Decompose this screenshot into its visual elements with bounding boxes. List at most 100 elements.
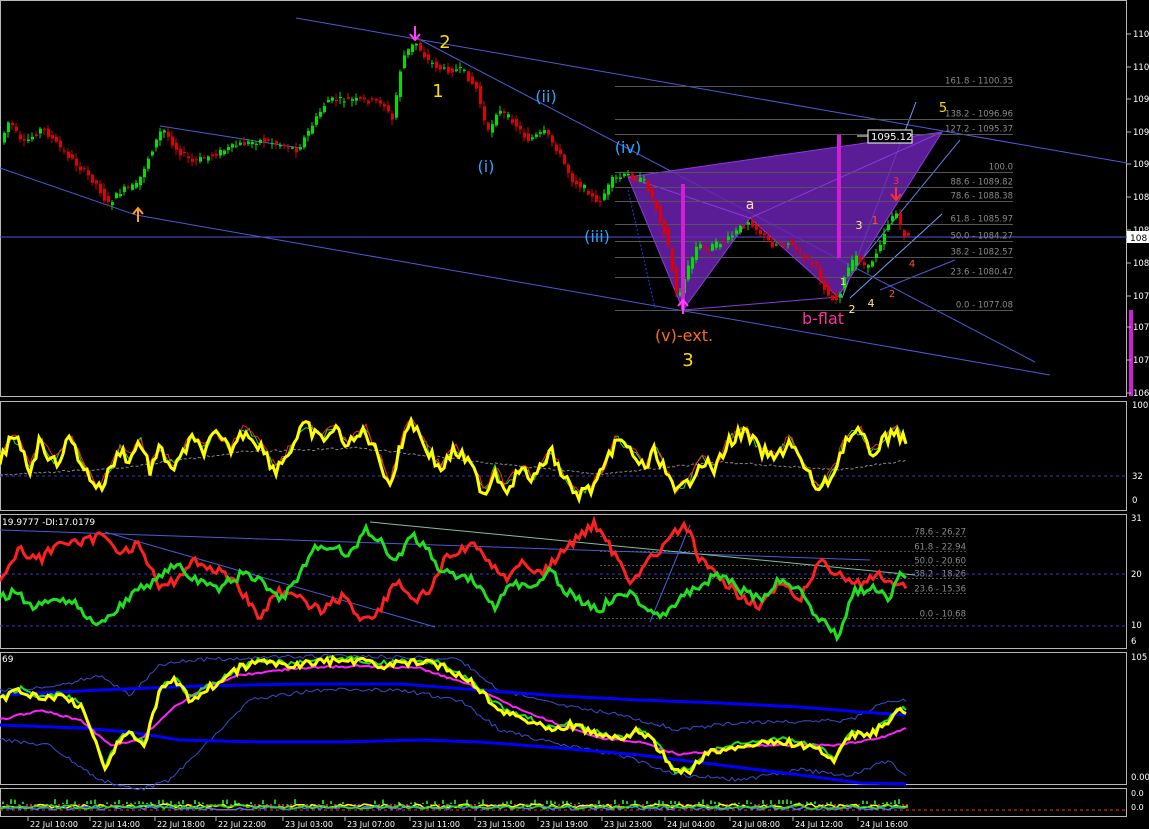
candle-body — [875, 253, 878, 258]
candle-body — [567, 164, 570, 173]
candle-body — [295, 147, 298, 153]
hist-bar — [442, 799, 444, 804]
x-tick-label: 22 Jul 10:00 — [30, 820, 78, 829]
wave-label: 3 — [682, 350, 693, 371]
candle-body — [863, 262, 866, 265]
candle-body — [27, 139, 30, 142]
candle-body — [131, 184, 134, 190]
candle-body — [123, 186, 126, 192]
wave-label: 2 — [849, 303, 856, 316]
candle-body — [407, 49, 410, 55]
candle-body — [819, 267, 822, 280]
candle-body — [95, 180, 98, 184]
candle-body — [751, 220, 754, 227]
candle-body — [647, 181, 650, 192]
candle-body — [475, 81, 478, 89]
candle-body — [419, 43, 422, 51]
hist-y-label: 0.0 — [1131, 803, 1144, 812]
hist-bar — [426, 800, 428, 804]
chart-canvas[interactable]: 161.8 - 1100.35 138.2 - 1096.96 127.2 - 10… — [0, 0, 1149, 829]
hist-bar — [750, 802, 752, 804]
candle-body — [323, 106, 326, 113]
candle-body — [575, 180, 578, 185]
current-price-tag: 108 — [1130, 234, 1147, 244]
candle-body — [371, 98, 374, 100]
candle-body — [267, 139, 270, 141]
candle-body — [827, 285, 830, 296]
candle-body — [487, 122, 490, 130]
time-x-axis: 22 Jul 10:00 22 Jul 14:00 22 Jul 18:00 22 J… — [27, 817, 908, 829]
hist-bar — [26, 804, 28, 807]
hist-bar — [170, 800, 172, 804]
rsi-thick-blue-lower — [0, 723, 907, 786]
candle-body — [559, 149, 562, 154]
hist-bar — [466, 799, 468, 804]
candle-body — [507, 114, 510, 118]
x-tick-label: 22 Jul 14:00 — [92, 820, 140, 829]
candle-body — [443, 67, 446, 69]
candle-body — [139, 177, 142, 186]
x-tick-label: 24 Jul 08:00 — [732, 820, 780, 829]
hist-bar — [826, 802, 828, 804]
candle-body — [283, 144, 286, 146]
candle-body — [579, 182, 582, 188]
hist-bar — [886, 801, 888, 804]
price-fib-label: 50.0 - 1084.27 — [950, 232, 1013, 242]
x-tick-label: 23 Jul 03:00 — [285, 820, 333, 829]
hist-bar — [866, 801, 868, 804]
candle-body — [687, 265, 690, 280]
dmi-panel: 78.6 - 26.27 61.8 - 22.94 50.0 - 20.60 38.2… — [0, 514, 1142, 647]
stoch-main-line — [0, 415, 908, 505]
histogram-bars — [0, 799, 909, 811]
candle-body — [363, 97, 366, 100]
price-y-label: 109 — [1133, 128, 1149, 138]
dmi-title: 19.9777 -DI:17.0179 — [2, 518, 95, 528]
price-fib-label: 0.0 - 1077.08 — [956, 301, 1013, 311]
dmi-fib-label: 78.6 - 26.27 — [914, 528, 966, 538]
candle-body — [719, 244, 722, 248]
hist-bar — [374, 800, 376, 804]
hist-bar — [658, 800, 660, 804]
panel-frames — [0, 0, 1127, 817]
dmi-y-axis: 31 20 10 6 — [1131, 514, 1142, 647]
x-tick-label: 23 Jul 07:00 — [347, 820, 395, 829]
hist-bar — [130, 802, 132, 804]
candle-body — [879, 244, 882, 252]
hist-bar — [134, 802, 136, 804]
hist-bar — [90, 800, 92, 804]
candle-body — [331, 97, 334, 101]
candle-body — [351, 99, 354, 101]
candle-body — [531, 137, 534, 140]
candle-body — [103, 188, 106, 201]
candle-body — [723, 241, 726, 243]
hist-bar — [562, 800, 564, 804]
wave-label: 1 — [840, 277, 846, 288]
candle-body — [467, 71, 470, 81]
candle-body — [183, 152, 186, 153]
candle-body — [23, 139, 26, 141]
hist-bar — [830, 801, 832, 804]
dmi-fib-label: 38.2 - 18.26 — [914, 570, 966, 580]
price-fib-label: 161.8 - 1100.35 — [945, 77, 1013, 87]
candle-body — [15, 126, 18, 131]
candle-body — [255, 143, 258, 145]
hist-bar — [142, 801, 144, 804]
candle-body — [615, 177, 618, 179]
candle-body — [355, 97, 358, 101]
candle-body — [415, 43, 418, 46]
candle-body — [547, 129, 550, 135]
hist-bar — [382, 799, 384, 804]
candle-body — [527, 133, 530, 142]
dmi-y-label: 31 — [1131, 514, 1142, 524]
wave-label: b-flat — [802, 309, 844, 328]
candle-body — [715, 241, 718, 248]
candle-body — [463, 69, 466, 71]
rsi-band-upper — [0, 653, 907, 732]
price-y-label: 108 — [1133, 259, 1149, 269]
hist-bar — [106, 802, 108, 804]
hist-bar — [502, 802, 504, 804]
candle-body — [551, 135, 554, 143]
wave-label: 3 — [856, 219, 863, 232]
candle-body — [299, 147, 302, 150]
candle-body — [31, 136, 34, 140]
